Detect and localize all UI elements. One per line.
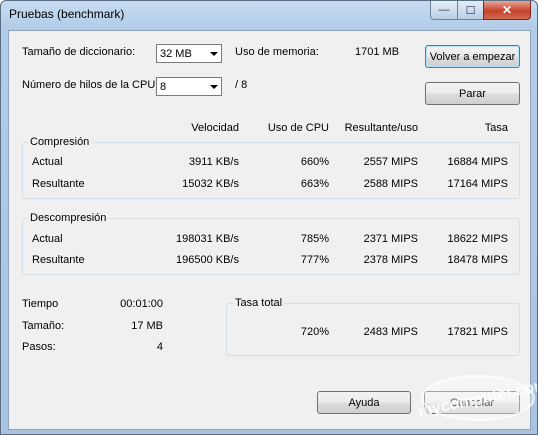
passes-value: 4 [156, 341, 163, 353]
compression-group-title: Compresión [28, 136, 92, 148]
minimize-button[interactable]: — [430, 1, 458, 20]
total-rate-group-title: Tasa total [233, 297, 285, 309]
restart-button[interactable]: Volver a empezar [425, 45, 520, 68]
cpu-usage-value: 660% [300, 156, 329, 168]
cpu-usage-value: 663% [300, 178, 329, 190]
total-rate-value: 17821 MIPS [447, 326, 508, 338]
dictionary-size-value: 32 MB [160, 48, 192, 60]
elapsed-time-label: Tiempo [22, 298, 59, 310]
close-button[interactable]: ✕ [483, 1, 531, 20]
dictionary-size-label: Tamaño de diccionario: [22, 46, 136, 58]
rate-value: 16884 MIPS [447, 156, 508, 168]
cpu-usage-value: 777% [300, 254, 329, 266]
close-icon: ✕ [501, 3, 513, 17]
dictionary-size-select[interactable]: 32 MB [156, 44, 222, 63]
benchmark-window: Pruebas (benchmark) — ☐ ✕ Tamaño de dicc… [0, 0, 538, 435]
total-rating-per-usage-value: 2483 MIPS [363, 326, 418, 338]
window-title: Pruebas (benchmark) [9, 7, 125, 21]
title-bar[interactable]: Pruebas (benchmark) — ☐ ✕ [1, 1, 537, 27]
maximize-button[interactable]: ☐ [457, 1, 484, 20]
column-header-cpu-usage: Uso de CPU [267, 122, 329, 134]
cpu-usage-value: 785% [300, 233, 329, 245]
compression-group [22, 142, 520, 199]
cpu-threads-label: Número de hilos de la CPU: [22, 79, 159, 91]
column-header-rating-per-usage: Resultante/uso [344, 122, 418, 134]
elapsed-time-value: 00:01:00 [120, 298, 163, 310]
cpu-threads-total: / 8 [235, 79, 248, 91]
rating-per-usage-value: 2371 MIPS [363, 233, 418, 245]
rate-value: 17164 MIPS [447, 178, 508, 190]
rating-per-usage-value: 2588 MIPS [363, 178, 418, 190]
memory-usage-value: 1701 MB [355, 46, 400, 58]
size-value: 17 MB [131, 320, 163, 332]
stop-button[interactable]: Parar [425, 82, 520, 105]
size-label: Tamaño: [22, 320, 65, 332]
maximize-icon: ☐ [465, 4, 476, 17]
watermark-logo: muycomputer.com [407, 373, 537, 423]
row-label: Actual [32, 156, 63, 168]
cpu-threads-select[interactable]: 8 [156, 77, 222, 96]
help-button[interactable]: Ayuda [317, 391, 411, 414]
column-header-speed: Velocidad [191, 122, 239, 134]
cpu-threads-value: 8 [160, 81, 167, 93]
rating-per-usage-value: 2378 MIPS [363, 254, 418, 266]
total-cpu-usage-value: 720% [300, 326, 329, 338]
rate-value: 18478 MIPS [447, 254, 508, 266]
rating-per-usage-value: 2557 MIPS [363, 156, 418, 168]
column-header-rate: Tasa [484, 122, 508, 134]
speed-value: 198031 KB/s [176, 233, 239, 245]
row-label: Actual [32, 233, 63, 245]
row-label: Resultante [32, 254, 85, 266]
speed-value: 3911 KB/s [189, 156, 239, 168]
rate-value: 18622 MIPS [447, 233, 508, 245]
memory-usage-label: Uso de memoria: [235, 46, 319, 58]
speed-value: 196500 KB/s [176, 254, 239, 266]
dialog-client-area: Tamaño de diccionario: 32 MB Uso de memo… [8, 30, 531, 430]
decompression-group-title: Descompresión [28, 212, 109, 224]
chevron-down-icon [210, 85, 218, 89]
minimize-icon: — [438, 4, 450, 16]
decompression-group [22, 218, 520, 275]
passes-label: Pasos: [22, 341, 56, 353]
speed-value: 15032 KB/s [182, 178, 239, 190]
row-label: Resultante [32, 178, 85, 190]
chevron-down-icon [210, 52, 218, 56]
